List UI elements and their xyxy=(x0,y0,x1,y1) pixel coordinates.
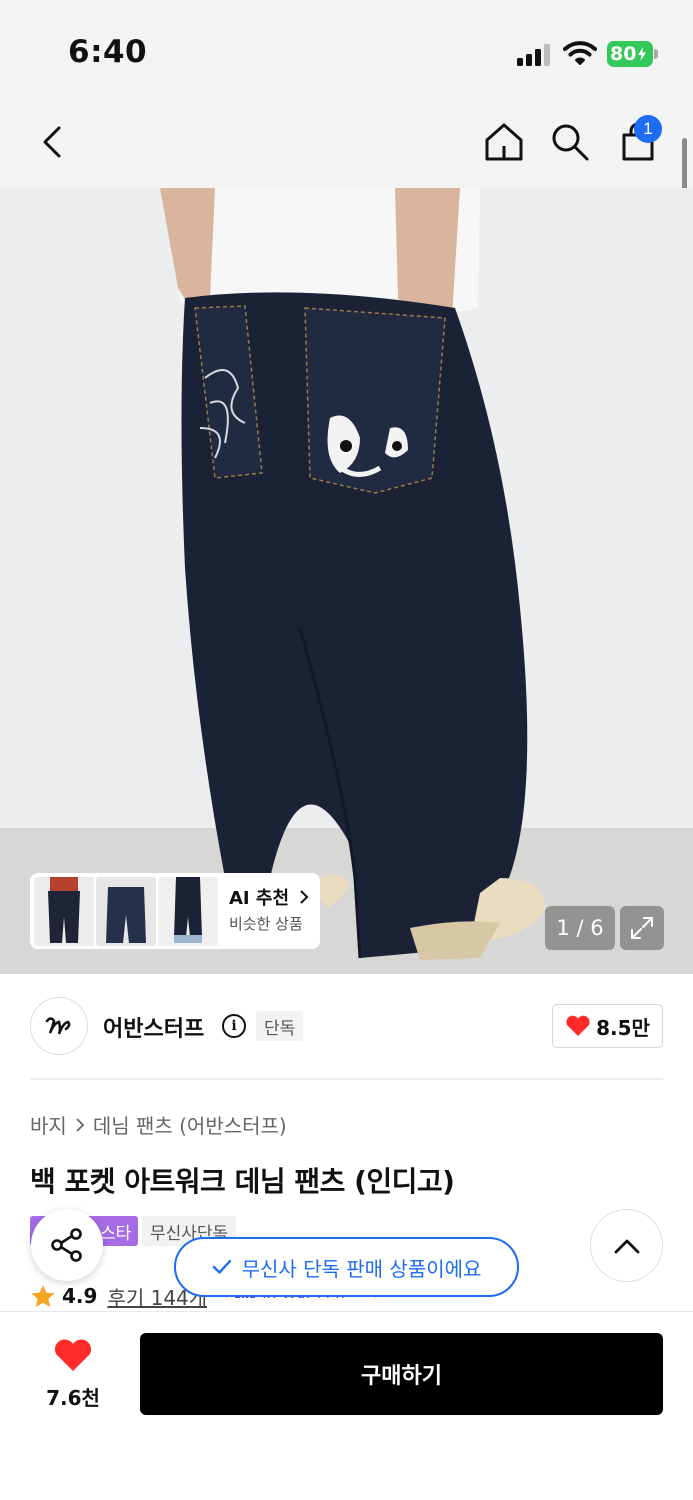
home-icon xyxy=(485,123,523,161)
charging-icon xyxy=(638,47,647,61)
heart-icon xyxy=(54,1339,92,1371)
product-image[interactable] xyxy=(0,188,693,974)
brand-logo-icon xyxy=(45,1017,71,1035)
scroll-top-button[interactable] xyxy=(590,1209,663,1282)
image-counter: 1 / 6 xyxy=(545,906,615,950)
info-icon[interactable]: i xyxy=(222,1014,246,1038)
status-time: 6:40 xyxy=(68,34,148,70)
battery-indicator: 80 xyxy=(607,41,653,67)
recommend-thumbnail[interactable] xyxy=(96,877,156,946)
product-title: 백 포켓 아트워크 데님 팬츠 (인디고) xyxy=(30,1165,455,1198)
brand-like-button[interactable]: 8.5만 xyxy=(552,1004,663,1048)
home-button[interactable] xyxy=(480,118,528,166)
chevron-right-icon xyxy=(300,890,309,904)
share-icon xyxy=(51,1228,82,1262)
star-icon xyxy=(31,1284,55,1307)
ai-recommend-subtitle: 비슷한 상품 xyxy=(229,915,303,933)
breadcrumb-category[interactable]: 바지 xyxy=(30,1110,67,1139)
jeans-photo xyxy=(160,188,545,960)
fullscreen-button[interactable] xyxy=(620,906,664,950)
wifi-icon xyxy=(563,40,597,70)
share-button[interactable] xyxy=(31,1209,103,1281)
chevron-right-icon xyxy=(76,1117,85,1132)
search-icon xyxy=(552,124,589,161)
status-bar: 6:40 80 xyxy=(0,0,693,100)
breadcrumb: 바지 데님 팬츠 (어반스터프) xyxy=(30,1110,287,1139)
check-icon xyxy=(212,1259,231,1274)
exclusive-toast: 무신사 단독 판매 상품이에요 xyxy=(174,1237,519,1297)
search-button[interactable] xyxy=(546,118,594,166)
buy-button[interactable]: 구매하기 xyxy=(140,1333,663,1415)
recommend-thumbnail[interactable] xyxy=(34,877,94,946)
signal-icon xyxy=(517,44,551,66)
back-icon xyxy=(43,126,61,158)
recommend-thumbnail[interactable] xyxy=(158,877,218,946)
exclusive-tag: 단독 xyxy=(256,1011,304,1041)
battery-level: 80 xyxy=(610,43,637,65)
rating-value: 4.9 xyxy=(62,1284,98,1308)
like-count: 7.6천 xyxy=(46,1386,100,1410)
cart-count-badge: 1 xyxy=(634,115,662,143)
heart-icon xyxy=(566,1015,590,1036)
like-button[interactable] xyxy=(53,1339,93,1377)
expand-icon xyxy=(631,917,653,939)
ai-recommend-title[interactable]: AI 추천 xyxy=(229,884,309,910)
chevron-up-icon xyxy=(614,1239,639,1253)
brand-like-count: 8.5만 xyxy=(596,1015,650,1040)
back-button[interactable] xyxy=(28,118,76,166)
divider xyxy=(30,1078,663,1080)
toast-text: 무신사 단독 판매 상품이에요 xyxy=(241,1256,482,1281)
brand-logo[interactable] xyxy=(30,997,88,1055)
brand-name[interactable]: 어반스터프 xyxy=(103,1011,204,1043)
breadcrumb-subcategory[interactable]: 데님 팬츠 (어반스터프) xyxy=(93,1110,287,1139)
